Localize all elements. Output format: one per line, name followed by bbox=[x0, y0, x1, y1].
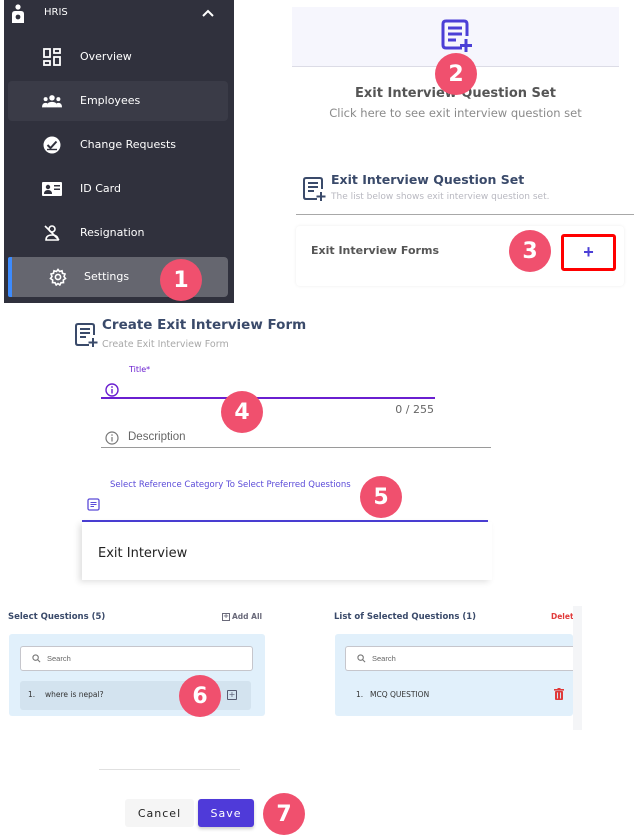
step-badge: 7 bbox=[263, 793, 305, 835]
search-input[interactable] bbox=[372, 654, 554, 663]
select-questions-title: Select Questions (5) bbox=[8, 612, 106, 622]
sidebar-group-hris[interactable]: HRIS bbox=[4, 0, 234, 28]
document-add-icon bbox=[441, 19, 472, 52]
gear-icon bbox=[48, 267, 68, 287]
reference-category-label: Select Reference Category To Select Pref… bbox=[110, 480, 351, 490]
sidebar-item-id-card[interactable]: ID Card bbox=[8, 169, 228, 209]
chevron-up-icon[interactable] bbox=[201, 7, 215, 19]
selected-questions-search[interactable] bbox=[345, 646, 573, 671]
search-icon bbox=[357, 654, 366, 663]
sidebar: HRIS Overview Employees Change Requests … bbox=[4, 0, 234, 303]
dropdown-option-exit-interview[interactable]: Exit Interview bbox=[98, 546, 187, 561]
exit-interview-forms-label: Exit Interview Forms bbox=[311, 244, 439, 257]
selected-question-item: 1. MCQ QUESTION bbox=[345, 681, 573, 709]
question-set-page-title: Exit Interview Question Set bbox=[331, 172, 525, 187]
sidebar-group-label: HRIS bbox=[44, 7, 68, 18]
dashboard-icon bbox=[42, 47, 62, 67]
add-form-button[interactable]: + bbox=[561, 234, 616, 271]
step-badge: 5 bbox=[360, 476, 402, 518]
sidebar-item-label: Change Requests bbox=[80, 138, 177, 151]
scrollbar[interactable] bbox=[573, 606, 582, 730]
question-set-card-subtitle: Click here to see exit interview questio… bbox=[329, 106, 582, 120]
create-form-subtitle: Create Exit Interview Form bbox=[102, 339, 229, 350]
sidebar-item-change-requests[interactable]: Change Requests bbox=[8, 125, 228, 165]
divider bbox=[296, 214, 634, 215]
delete-all-button[interactable]: Delete All bbox=[549, 612, 574, 621]
divider bbox=[99, 769, 240, 770]
step-badge: 2 bbox=[435, 53, 477, 95]
add-question-icon[interactable]: + bbox=[227, 690, 237, 700]
sidebar-item-overview[interactable]: Overview bbox=[8, 37, 228, 77]
search-icon bbox=[32, 654, 41, 663]
question-text: MCQ QUESTION bbox=[370, 690, 430, 699]
title-char-count: 0 / 255 bbox=[395, 403, 434, 416]
person-off-icon bbox=[42, 223, 62, 243]
sidebar-item-label: Resignation bbox=[80, 226, 145, 239]
document-add-icon bbox=[75, 323, 98, 347]
save-button[interactable]: Save bbox=[198, 799, 254, 827]
question-number: 1. bbox=[356, 690, 364, 699]
selected-questions-title: List of Selected Questions (1) bbox=[334, 612, 477, 622]
plus-square-icon: + bbox=[222, 612, 230, 621]
cancel-button[interactable]: Cancel bbox=[125, 799, 194, 827]
question-set-page-subtitle: The list below shows exit interview ques… bbox=[331, 192, 550, 202]
info-icon bbox=[105, 383, 119, 397]
trash-icon[interactable] bbox=[554, 688, 564, 700]
person-badge-icon bbox=[12, 4, 24, 23]
add-all-button[interactable]: + Add All bbox=[222, 612, 262, 621]
step-badge: 3 bbox=[509, 230, 551, 272]
question-number: 1. bbox=[28, 690, 36, 699]
sidebar-item-label: Employees bbox=[80, 94, 141, 107]
sidebar-item-label: Settings bbox=[84, 270, 130, 283]
id-card-icon bbox=[42, 179, 62, 199]
title-input[interactable] bbox=[101, 377, 435, 399]
sidebar-item-employees[interactable]: Employees bbox=[8, 81, 228, 121]
info-icon bbox=[105, 431, 119, 445]
create-form-title: Create Exit Interview Form bbox=[102, 317, 307, 333]
document-add-icon bbox=[303, 177, 326, 201]
delete-all-label: Delete All bbox=[551, 612, 574, 621]
check-circle-icon bbox=[42, 135, 62, 155]
reference-category-select[interactable] bbox=[82, 490, 488, 522]
add-all-label: Add All bbox=[232, 612, 263, 621]
sidebar-item-label: Overview bbox=[80, 50, 132, 63]
step-badge: 4 bbox=[221, 391, 263, 433]
sidebar-item-label: ID Card bbox=[80, 182, 121, 195]
description-input[interactable] bbox=[101, 426, 491, 448]
reference-category-dropdown: Exit Interview bbox=[82, 522, 492, 580]
sidebar-item-resignation[interactable]: Resignation bbox=[8, 213, 228, 253]
people-icon bbox=[42, 91, 62, 111]
title-field-label: Title* bbox=[129, 365, 151, 374]
question-text: where is nepal? bbox=[45, 690, 104, 699]
step-badge: 1 bbox=[160, 259, 202, 301]
step-badge: 6 bbox=[179, 675, 221, 717]
list-document-icon bbox=[87, 498, 100, 511]
available-questions-search[interactable] bbox=[20, 646, 253, 671]
search-input[interactable] bbox=[47, 654, 232, 663]
